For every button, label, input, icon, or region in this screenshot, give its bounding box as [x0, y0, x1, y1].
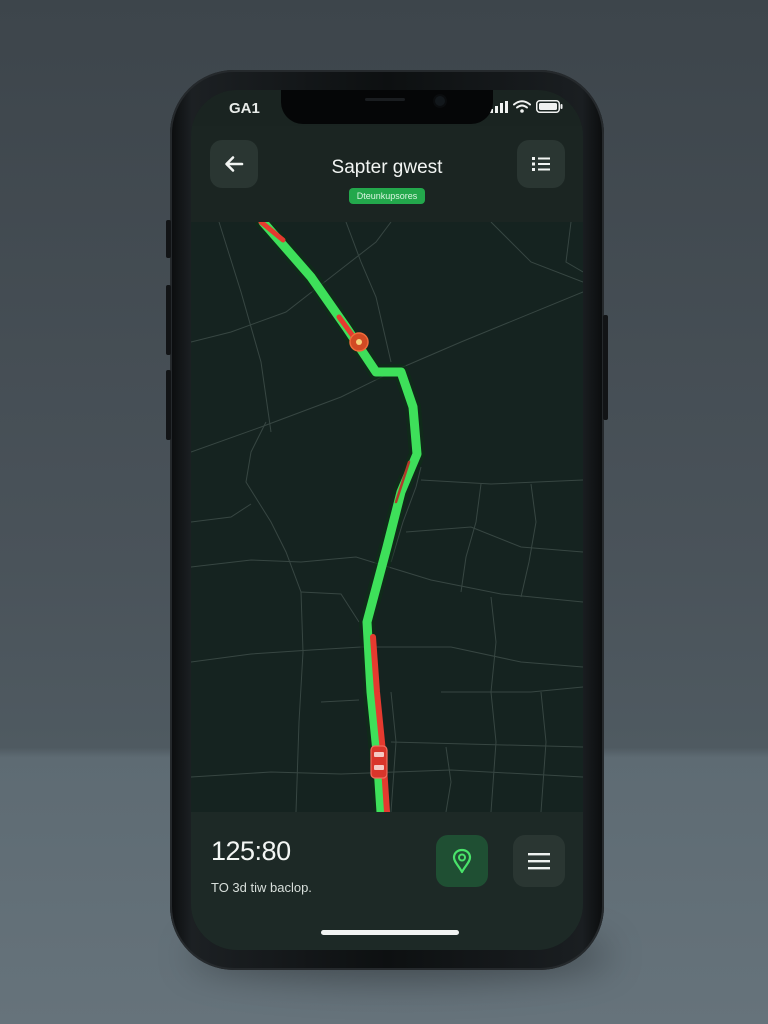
route-marker[interactable]	[349, 332, 369, 352]
back-button[interactable]	[210, 140, 258, 188]
list-icon	[532, 157, 550, 171]
map-canvas[interactable]	[191, 222, 583, 812]
earpiece-speaker	[365, 98, 405, 101]
volume-down-button	[166, 370, 171, 440]
eta-subtitle: TO 3d tiw baclop.	[211, 880, 312, 895]
route-status-badge: Dteunkupsores	[349, 188, 425, 204]
phone-frame: GA1 Sapter gwest Dteunkupsores 125:80 TO…	[166, 70, 608, 970]
battery-icon	[536, 100, 563, 113]
power-button	[603, 315, 608, 420]
menu-button[interactable]	[513, 835, 565, 887]
app-header: Sapter gwest Dteunkupsores	[191, 126, 583, 222]
location-pin-icon	[452, 848, 472, 874]
hamburger-menu-icon	[528, 853, 550, 870]
route-title: Sapter gwest	[331, 157, 443, 178]
notch	[281, 90, 493, 124]
arrow-left-icon	[225, 156, 244, 172]
route-line	[255, 222, 425, 812]
eta-time: 125:80	[211, 836, 291, 866]
volume-up-button	[166, 285, 171, 355]
status-icons	[490, 100, 563, 113]
route-list-button[interactable]	[517, 140, 565, 188]
phone-screen: GA1 Sapter gwest Dteunkupsores 125:80 TO…	[191, 90, 583, 950]
location-button[interactable]	[436, 835, 488, 887]
home-indicator[interactable]	[321, 930, 459, 935]
map-view[interactable]	[191, 222, 583, 812]
status-time: GA1	[229, 100, 260, 117]
front-camera	[435, 96, 445, 106]
wifi-icon	[513, 100, 531, 113]
action-button	[166, 220, 171, 258]
vehicle-marker[interactable]	[370, 745, 388, 779]
